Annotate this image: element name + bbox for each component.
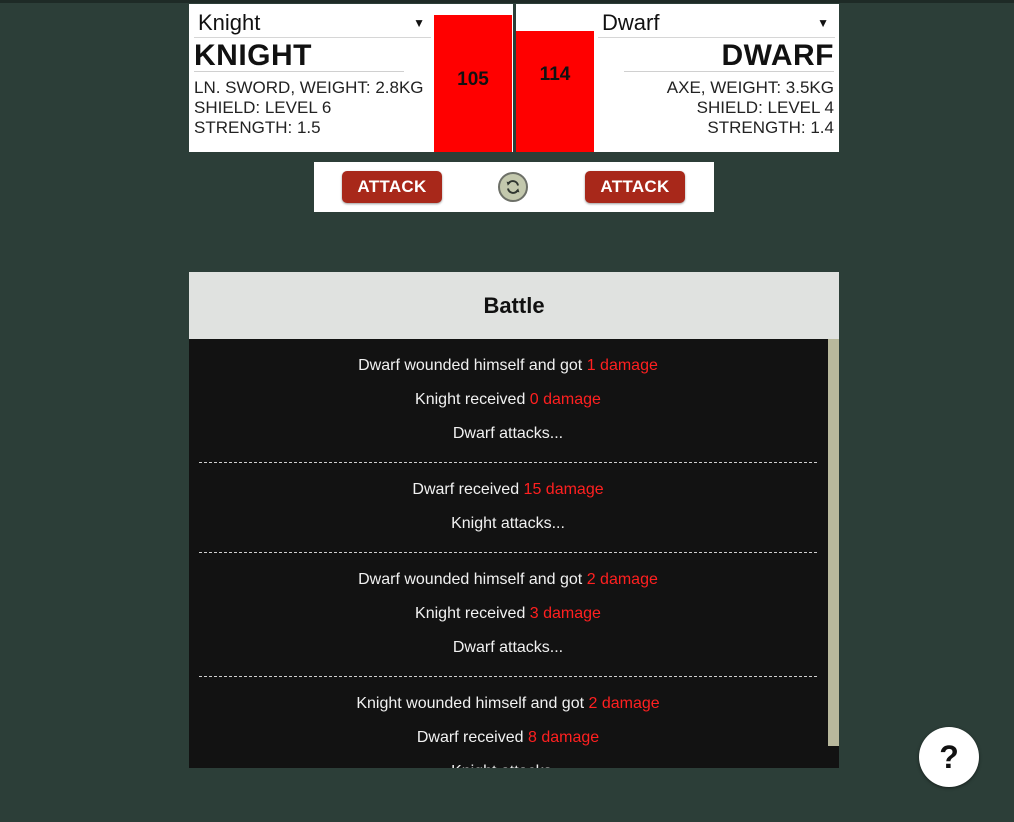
log-scrollbar-thumb[interactable] bbox=[828, 339, 839, 746]
left-fighter-panel: Knight ▼ KNIGHT Ln. Sword, weight: 2.8kg… bbox=[189, 4, 513, 152]
right-health-bar: 114 bbox=[516, 4, 594, 152]
damage-amount: 3 damage bbox=[529, 605, 601, 622]
log-line: Dwarf attacks... bbox=[199, 639, 817, 657]
log-text: Knight attacks... bbox=[451, 515, 565, 532]
battle-log: Dwarf wounded himself and got 1 damage Kn… bbox=[189, 339, 839, 768]
left-strength: Strength: 1.5 bbox=[194, 118, 321, 137]
log-line: Knight attacks... bbox=[199, 515, 817, 533]
left-attack-button[interactable]: ATTACK bbox=[342, 171, 442, 203]
log-line: Dwarf received 15 damage bbox=[199, 481, 817, 499]
battle-log-entries: Dwarf wounded himself and got 1 damage Kn… bbox=[199, 339, 817, 768]
log-group: Dwarf wounded himself and got 1 damage Kn… bbox=[199, 339, 817, 463]
right-health-value: 114 bbox=[539, 64, 571, 85]
log-line: Dwarf wounded himself and got 1 damage bbox=[199, 357, 817, 375]
right-weapon: Axe, weight: 3.5kg bbox=[666, 78, 834, 97]
log-line: Dwarf received 8 damage bbox=[199, 729, 817, 747]
log-line: Dwarf wounded himself and got 2 damage bbox=[199, 571, 817, 589]
reset-button[interactable] bbox=[498, 172, 528, 202]
log-group: Knight wounded himself and got 2 damage D… bbox=[199, 677, 817, 768]
damage-amount: 1 damage bbox=[586, 357, 658, 374]
log-group: Dwarf received 15 damage Knight attacks..… bbox=[199, 463, 817, 553]
left-divider bbox=[194, 71, 404, 72]
log-line: Knight wounded himself and got 2 damage bbox=[199, 695, 817, 713]
right-fighter-stats: Axe, weight: 3.5kg Shield: level 4 Stren… bbox=[667, 78, 834, 138]
log-text: Knight attacks... bbox=[451, 763, 565, 768]
right-fighter-panel: 114 Dwarf ▼ DWARF Axe, weight: 3.5kg Shi… bbox=[516, 4, 839, 152]
damage-amount: 2 damage bbox=[586, 571, 658, 588]
log-text: Knight received bbox=[415, 391, 530, 408]
log-text: Dwarf wounded himself and got bbox=[358, 357, 587, 374]
log-line: Dwarf attacks... bbox=[199, 425, 817, 443]
left-health-value: 105 bbox=[457, 69, 489, 90]
right-fighter-select-value: Dwarf bbox=[602, 10, 660, 35]
log-text: Dwarf received bbox=[416, 729, 528, 746]
log-line: Knight attacks... bbox=[199, 763, 817, 768]
battle-title: Battle bbox=[189, 272, 839, 339]
damage-amount: 8 damage bbox=[527, 729, 600, 746]
help-button[interactable]: ? bbox=[919, 727, 979, 787]
damage-amount: 0 damage bbox=[529, 391, 601, 408]
log-text: Knight wounded himself and got bbox=[356, 695, 589, 712]
battle-controls: ATTACK ATTACK bbox=[314, 162, 714, 212]
top-border bbox=[0, 0, 1014, 3]
log-text: Dwarf received bbox=[412, 481, 524, 498]
right-divider bbox=[624, 71, 834, 72]
chevron-down-icon: ▼ bbox=[413, 16, 425, 30]
log-text: Dwarf attacks... bbox=[452, 639, 564, 656]
left-health-bar: 105 bbox=[434, 9, 512, 152]
log-line: Knight received 3 damage bbox=[199, 605, 817, 623]
right-attack-button[interactable]: ATTACK bbox=[585, 171, 685, 203]
log-text: Knight received bbox=[415, 605, 530, 622]
log-text: Dwarf attacks... bbox=[452, 425, 564, 442]
right-strength: Strength: 1.4 bbox=[707, 118, 834, 137]
left-weapon: Ln. Sword, weight: 2.8kg bbox=[194, 78, 424, 97]
log-group: Dwarf wounded himself and got 2 damage Kn… bbox=[199, 553, 817, 677]
left-shield: Shield: level 6 bbox=[194, 98, 332, 117]
right-health-fill bbox=[516, 30, 594, 152]
right-shield: Shield: level 4 bbox=[696, 98, 834, 117]
damage-amount: 15 damage bbox=[523, 481, 604, 498]
damage-amount: 2 damage bbox=[588, 695, 660, 712]
left-fighter-stats: Ln. Sword, weight: 2.8kg Shield: level 6… bbox=[194, 78, 424, 138]
log-text: Dwarf wounded himself and got bbox=[358, 571, 587, 588]
left-fighter-select-value: Knight bbox=[198, 10, 261, 35]
log-line: Knight received 0 damage bbox=[199, 391, 817, 409]
log-scrollbar[interactable] bbox=[828, 339, 839, 768]
refresh-icon bbox=[506, 180, 520, 194]
